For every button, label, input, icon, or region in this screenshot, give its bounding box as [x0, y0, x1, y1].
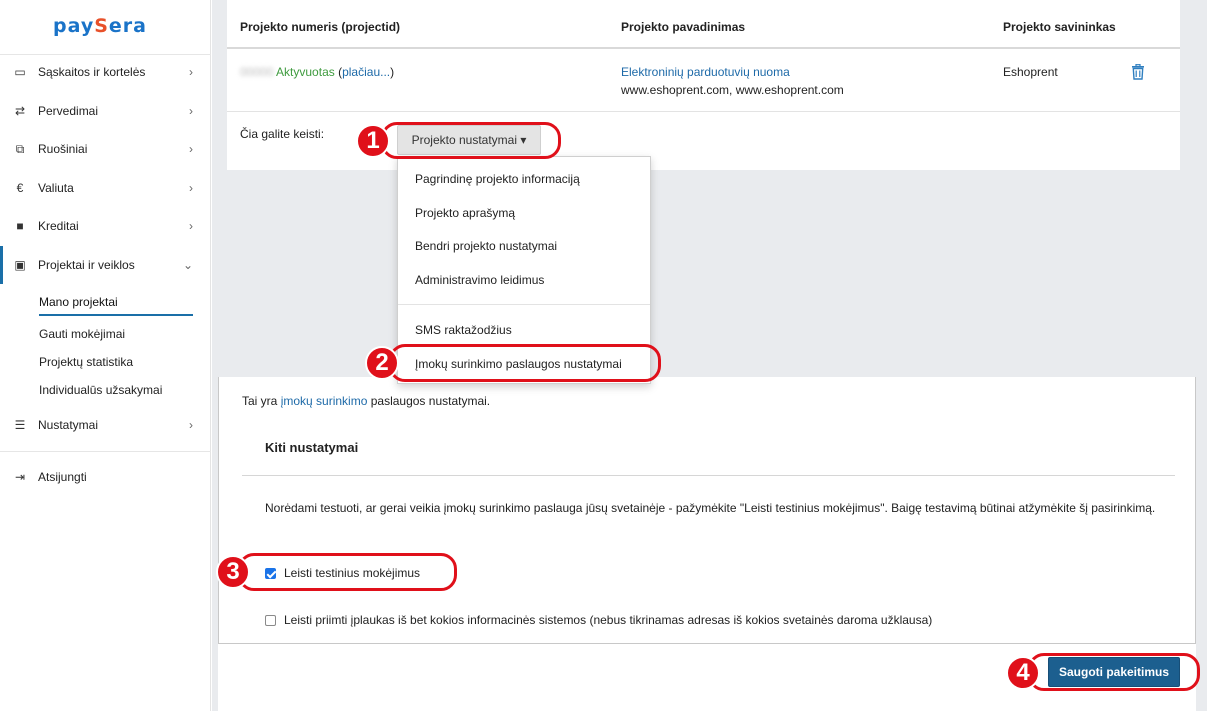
- briefcase-icon: ■: [16, 219, 24, 233]
- sidebar-item-label: Ruošiniai: [38, 142, 88, 156]
- sidebar-item-settings[interactable]: ☰ Nustatymai ›: [0, 406, 211, 444]
- section-title: Kiti nustatymai: [265, 440, 359, 455]
- any-system-checkbox-row[interactable]: Leisti priimti įplaukas iš bet kokios in…: [265, 613, 932, 627]
- chevron-right-icon: ›: [189, 418, 193, 432]
- any-system-checkbox[interactable]: [265, 614, 276, 626]
- clipboard-icon: ▣: [14, 258, 26, 272]
- save-changes-button[interactable]: Saugoti pakeitimus: [1048, 657, 1180, 687]
- column-header-project-name: Projekto pavadinimas: [621, 20, 746, 34]
- sidebar-item-transfers[interactable]: ⇄ Pervedimai ›: [0, 92, 211, 130]
- card-icon: ▭: [14, 65, 26, 79]
- sidebar-item-accounts[interactable]: ▭ Sąskaitos ir kortelės ›: [0, 53, 211, 91]
- sidebar-item-templates[interactable]: ⧉ Ruošiniai ›: [0, 130, 211, 168]
- sidebar-item-label: Kreditai: [38, 219, 79, 233]
- project-owner: Eshoprent: [1003, 65, 1058, 79]
- subnav-project-statistics[interactable]: Projektų statistika: [39, 355, 133, 369]
- chevron-right-icon: ›: [189, 181, 193, 195]
- menu-item-basic-info[interactable]: Pagrindinę projekto informaciją: [415, 172, 580, 186]
- euro-icon: €: [16, 181, 24, 195]
- project-settings-dropdown-button[interactable]: Projekto nustatymai ▾: [397, 125, 541, 155]
- sidebar-item-label: Atsijungti: [38, 470, 87, 484]
- test-payments-description: Norėdami testuoti, ar gerai veikia įmokų…: [265, 501, 1156, 515]
- sidebar-item-label: Projektai ir veiklos: [38, 258, 135, 272]
- sidebar-item-projects[interactable]: ▣ Projektai ir veiklos ⌄: [0, 246, 211, 284]
- sidebar-item-credits[interactable]: ■ Kreditai ›: [0, 207, 211, 245]
- subnav-my-projects[interactable]: Mano projektai: [39, 295, 118, 309]
- section-divider: [242, 475, 1175, 476]
- test-payments-label: Leisti testinius mokėjimus: [284, 566, 421, 580]
- menu-item-description[interactable]: Projekto aprašymą: [415, 206, 515, 220]
- menu-item-payment-collection-settings[interactable]: Įmokų surinkimo paslaugos nustatymai: [415, 357, 622, 371]
- table-row-divider: [227, 111, 1180, 112]
- test-payments-checkbox[interactable]: [265, 567, 276, 579]
- step-badge-1: 1: [356, 124, 390, 158]
- sidebar-item-label: Sąskaitos ir kortelės: [38, 65, 146, 79]
- transfer-icon: ⇄: [14, 104, 26, 118]
- test-payments-checkbox-row[interactable]: Leisti testinius mokėjimus: [265, 566, 420, 580]
- settings-panel: Tai yra įmokų surinkimo paslaugos nustat…: [218, 377, 1196, 644]
- sidebar-item-label: Valiuta: [38, 181, 74, 195]
- copy-icon: ⧉: [15, 141, 25, 156]
- table-header-divider: [227, 47, 1180, 49]
- sidebar-item-logout[interactable]: ⇥ Atsijungti: [0, 458, 211, 496]
- menu-item-general-settings[interactable]: Bendri projekto nustatymai: [415, 239, 557, 253]
- divider: [0, 451, 211, 452]
- step-badge-4: 4: [1006, 656, 1040, 690]
- project-settings-dropdown-menu: Pagrindinę projekto informaciją Projekto…: [397, 156, 651, 384]
- sliders-icon: ☰: [14, 418, 26, 432]
- chevron-right-icon: ›: [189, 104, 193, 118]
- step-badge-3: 3: [216, 555, 250, 589]
- more-info-link[interactable]: plačiau...: [342, 65, 390, 79]
- subnav-individual-orders[interactable]: Individualūs užsakymai: [39, 383, 162, 397]
- logout-icon: ⇥: [14, 470, 26, 484]
- chevron-right-icon: ›: [189, 65, 193, 79]
- sidebar-item-currency[interactable]: € Valiuta ›: [0, 169, 211, 207]
- column-header-project-owner: Projekto savininkas: [1003, 20, 1116, 34]
- intro-text: Tai yra įmokų surinkimo paslaugos nustat…: [242, 394, 491, 408]
- chevron-down-icon: ⌄: [182, 258, 193, 272]
- project-id-value: 00000: [240, 65, 274, 79]
- any-system-label: Leisti priimti įplaukas iš bet kokios in…: [284, 613, 933, 627]
- sidebar: paySera ▭ Sąskaitos ir kortelės › ⇄ Perv…: [0, 0, 211, 711]
- payment-collection-link[interactable]: įmokų surinkimo: [281, 394, 368, 408]
- menu-item-sms-keywords[interactable]: SMS raktažodžius: [415, 323, 512, 337]
- paysera-logo[interactable]: paySera: [53, 15, 147, 37]
- column-header-project-id: Projekto numeris (projectid): [240, 20, 401, 34]
- active-underline: [39, 314, 193, 316]
- project-name-link[interactable]: Elektroninių parduotuvių nuoma: [621, 65, 790, 79]
- menu-item-admin-permissions[interactable]: Administravimo leidimus: [415, 273, 544, 287]
- chevron-right-icon: ›: [189, 142, 193, 156]
- trash-icon[interactable]: [1131, 64, 1145, 80]
- step-badge-2: 2: [365, 346, 399, 380]
- sidebar-item-label: Nustatymai: [38, 418, 99, 432]
- chevron-right-icon: ›: [189, 219, 193, 233]
- menu-divider: [398, 304, 650, 305]
- sidebar-item-label: Pervedimai: [38, 104, 99, 118]
- subnav-received-payments[interactable]: Gauti mokėjimai: [39, 327, 125, 341]
- more-link-paren-close: ): [390, 65, 395, 79]
- status-active: Aktyvuotas: [276, 65, 335, 79]
- change-label: Čia galite keisti:: [240, 127, 325, 141]
- project-urls: www.eshoprent.com, www.eshoprent.com: [621, 83, 844, 97]
- project-id-cell: 00000 Aktyvuotas (plačiau...): [240, 65, 394, 79]
